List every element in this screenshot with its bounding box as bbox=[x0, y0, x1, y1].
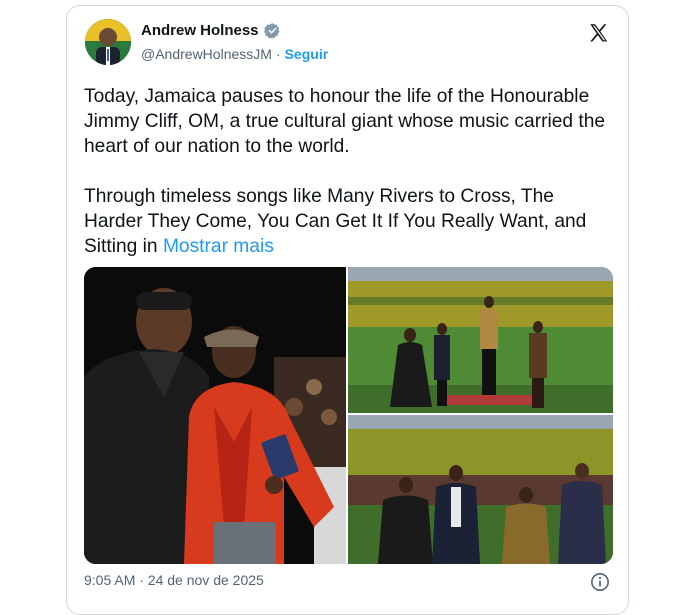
follow-button[interactable]: Seguir bbox=[285, 46, 329, 62]
author-name[interactable]: Andrew Holness bbox=[141, 22, 259, 39]
post-timestamp[interactable]: 9:05 AM · 24 de nov de 2025 bbox=[84, 572, 264, 588]
separator-dot: · bbox=[275, 46, 281, 62]
media-grid bbox=[84, 267, 613, 564]
photo-stadium-audience[interactable] bbox=[348, 415, 613, 564]
avatar[interactable] bbox=[85, 19, 131, 65]
author-handle[interactable]: @AndrewHolnessJM bbox=[141, 46, 272, 62]
post-text: Today, Jamaica pauses to honour the life… bbox=[84, 84, 614, 259]
show-more-link[interactable]: Mostrar mais bbox=[163, 236, 274, 257]
x-logo-icon[interactable] bbox=[588, 22, 610, 44]
photo-main[interactable] bbox=[84, 267, 346, 564]
author-handle-row: @AndrewHolnessJM · Seguir bbox=[141, 46, 328, 62]
author-name-row: Andrew Holness bbox=[141, 22, 281, 39]
post-body: Today, Jamaica pauses to honour the life… bbox=[84, 86, 606, 257]
info-icon[interactable] bbox=[590, 572, 610, 592]
photo-stadium-stage[interactable] bbox=[348, 267, 613, 413]
post-card: Andrew Holness @AndrewHolnessJM · Seguir… bbox=[66, 5, 629, 615]
verified-badge-icon bbox=[263, 22, 281, 39]
